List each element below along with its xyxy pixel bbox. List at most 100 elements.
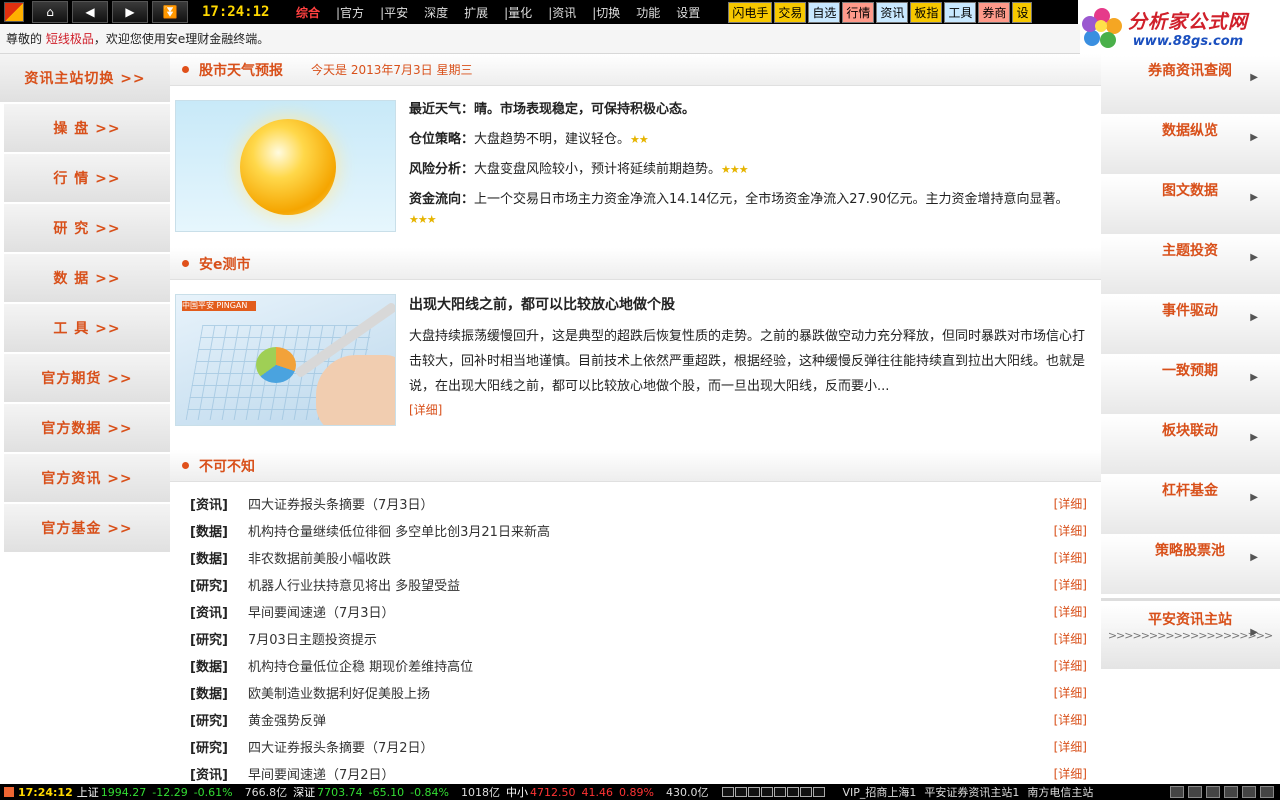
site1-name[interactable]: 平安证券资讯主站1 <box>924 784 1019 800</box>
news-row[interactable]: [研究] 黄金强势反弹 [详细] <box>190 706 1087 733</box>
top-menu: 综合 |官方 |平安 深度 扩展 |量化 |资讯 |切换 功能 设置 <box>288 4 708 21</box>
right-nav-item[interactable]: 主题投资 ▶ <box>1101 236 1280 294</box>
left-nav-item[interactable]: 操 盘 >> <box>4 104 170 154</box>
top-menu-item[interactable]: 综合 <box>288 4 328 21</box>
top-menu-item[interactable]: |平安 <box>372 4 416 21</box>
news-detail-link[interactable]: [详细] <box>1054 603 1087 620</box>
left-nav-item[interactable]: 资讯主站切换 >> <box>0 54 170 104</box>
antenna-icon[interactable] <box>1242 786 1256 798</box>
news-title[interactable]: 四大证券报头条摘要（7月2日） <box>248 737 1054 756</box>
quick-button[interactable]: 自选 <box>808 1 841 23</box>
news-detail-link[interactable]: [详细] <box>1054 711 1087 728</box>
news-title[interactable]: 机构持仓量继续低位徘徊 多空单比创3月21日来新高 <box>248 521 1054 540</box>
bullet-icon <box>182 66 189 73</box>
news-detail-link[interactable]: [详细] <box>1054 738 1087 755</box>
news-title[interactable]: 欧美制造业数据利好促美股上扬 <box>248 683 1054 702</box>
top-menu-item[interactable]: |量化 <box>496 4 540 21</box>
ece-headline[interactable]: 出现大阳线之前，都可以比较放心地做个股 <box>409 294 1089 314</box>
right-nav-item[interactable]: 策略股票池 ▶ <box>1101 536 1280 594</box>
news-row[interactable]: [数据] 机构持仓量继续低位徘徊 多空单比创3月21日来新高 [详细] <box>190 517 1087 544</box>
home-button[interactable]: ⌂ <box>32 1 68 23</box>
top-menu-item[interactable]: 功能 <box>628 4 668 21</box>
left-nav-item[interactable]: 官方资讯 >> <box>4 454 170 504</box>
top-menu-item[interactable]: 深度 <box>416 4 456 21</box>
welcome-user[interactable]: 短线极品 <box>46 32 94 46</box>
chart-hand-image[interactable]: 中国平安 PINGAN <box>175 294 396 426</box>
right-nav-item[interactable]: 图文数据 ▶ <box>1101 176 1280 234</box>
right-nav-item[interactable]: 板块联动 ▶ <box>1101 416 1280 474</box>
quick-button[interactable]: 设 <box>1012 1 1033 23</box>
top-menu-item[interactable]: |资讯 <box>540 4 584 21</box>
news-detail-link[interactable]: [详细] <box>1054 576 1087 593</box>
news-title[interactable]: 早间要闻速递（7月3日） <box>248 602 1054 621</box>
back-button[interactable]: ◀ <box>72 1 108 23</box>
left-nav-item[interactable]: 行 情 >> <box>4 154 170 204</box>
window-icon[interactable] <box>1188 786 1202 798</box>
quick-button[interactable]: 交易 <box>774 1 807 23</box>
top-menu-item[interactable]: 设置 <box>668 4 708 21</box>
news-title[interactable]: 机器人行业扶持意见将出 多股望受益 <box>248 575 1054 594</box>
news-row[interactable]: [研究] 四大证券报头条摘要（7月2日） [详细] <box>190 733 1087 760</box>
news-title[interactable]: 非农数据前美股小幅收跌 <box>248 548 1054 567</box>
alert-icon[interactable] <box>1224 786 1238 798</box>
news-row[interactable]: [资讯] 四大证券报头条摘要（7月3日） [详细] <box>190 490 1087 517</box>
site2-name[interactable]: 南方电信主站 <box>1027 784 1093 800</box>
news-row[interactable]: [资讯] 早间要闻速递（7月3日） [详细] <box>190 598 1087 625</box>
right-nav-item[interactable]: 数据纵览 ▶ <box>1101 116 1280 174</box>
sh-index-name[interactable]: 上证 <box>77 784 99 800</box>
sz-index-name[interactable]: 深证 <box>293 784 315 800</box>
quick-button[interactable]: 闪电手 <box>728 1 773 23</box>
news-detail-link[interactable]: [详细] <box>1054 549 1087 566</box>
news-detail-link[interactable]: [详细] <box>1054 765 1087 782</box>
left-nav-item[interactable]: 官方数据 >> <box>4 404 170 454</box>
right-nav-item[interactable]: 杠杆基金 ▶ <box>1101 476 1280 534</box>
pingan-site-button[interactable]: 平安资讯主站 >>>>>>>>>>>>>>>>>>>> ▶ <box>1101 605 1280 669</box>
right-nav-item[interactable]: 一致预期 ▶ <box>1101 356 1280 414</box>
left-nav-item[interactable]: 官方基金 >> <box>4 504 170 554</box>
news-title[interactable]: 黄金强势反弹 <box>248 710 1054 729</box>
news-title[interactable]: 7月03日主题投资提示 <box>248 629 1054 648</box>
right-nav-item[interactable]: 券商资讯查阅 ▶ <box>1101 56 1280 114</box>
left-nav-item[interactable]: 数 据 >> <box>4 254 170 304</box>
news-title[interactable]: 四大证券报头条摘要（7月3日） <box>248 494 1054 513</box>
news-detail-link[interactable]: [详细] <box>1054 495 1087 512</box>
server-name[interactable]: VIP_招商上海1 <box>842 784 916 800</box>
news-tag: [数据] <box>190 525 228 540</box>
top-menu-item[interactable]: 扩展 <box>456 4 496 21</box>
mail-icon[interactable] <box>1206 786 1220 798</box>
news-detail-link[interactable]: [详细] <box>1054 684 1087 701</box>
news-detail-link[interactable]: [详细] <box>1054 522 1087 539</box>
quick-button[interactable]: 资讯 <box>876 1 909 23</box>
quick-button[interactable]: 板指 <box>910 1 943 23</box>
refresh-icon[interactable] <box>1170 786 1184 798</box>
news-row[interactable]: [研究] 7月03日主题投资提示 [详细] <box>190 625 1087 652</box>
news-row[interactable]: [数据] 欧美制造业数据利好促美股上扬 [详细] <box>190 679 1087 706</box>
forward-button[interactable]: ▶ <box>112 1 148 23</box>
quick-button[interactable]: 券商 <box>978 1 1011 23</box>
ece-detail-link[interactable]: [详细] <box>409 401 1089 418</box>
info-icon[interactable] <box>1260 786 1274 798</box>
ece-title[interactable]: 安e测市 <box>199 254 251 274</box>
news-detail-link[interactable]: [详细] <box>1054 630 1087 647</box>
news-row[interactable]: [研究] 机器人行业扶持意见将出 多股望受益 [详细] <box>190 571 1087 598</box>
news-row[interactable]: [数据] 非农数据前美股小幅收跌 [详细] <box>190 544 1087 571</box>
news-row[interactable]: [数据] 机构持仓量低位企稳 期现价差维持高位 [详细] <box>190 652 1087 679</box>
quick-button[interactable]: 行情 <box>842 1 875 23</box>
news-title[interactable]: 早间要闻速递（7月2日） <box>248 764 1054 783</box>
top-menu-item[interactable]: |官方 <box>328 4 372 21</box>
zx-index-name[interactable]: 中小 <box>506 784 528 800</box>
weather-title[interactable]: 股市天气预报 <box>199 60 283 80</box>
right-arrow-icon: ▶ <box>1250 132 1258 143</box>
left-nav-item[interactable]: 工 具 >> <box>4 304 170 354</box>
news-detail-link[interactable]: [详细] <box>1054 657 1087 674</box>
quick-button[interactable]: 工具 <box>944 1 977 23</box>
weather-section-header: 股市天气预报 今天是 2013年7月3日 星期三 <box>170 54 1101 86</box>
news-row[interactable]: [资讯] 早间要闻速递（7月2日） [详细] <box>190 760 1087 784</box>
left-nav-item[interactable]: 官方期货 >> <box>4 354 170 404</box>
left-nav-item[interactable]: 研 究 >> <box>4 204 170 254</box>
news-title[interactable]: 机构持仓量低位企稳 期现价差维持高位 <box>248 656 1054 675</box>
mustknow-title[interactable]: 不可不知 <box>199 456 255 476</box>
collapse-button[interactable]: ⏬ <box>152 1 188 23</box>
top-menu-item[interactable]: |切换 <box>584 4 628 21</box>
right-nav-item[interactable]: 事件驱动 ▶ <box>1101 296 1280 354</box>
